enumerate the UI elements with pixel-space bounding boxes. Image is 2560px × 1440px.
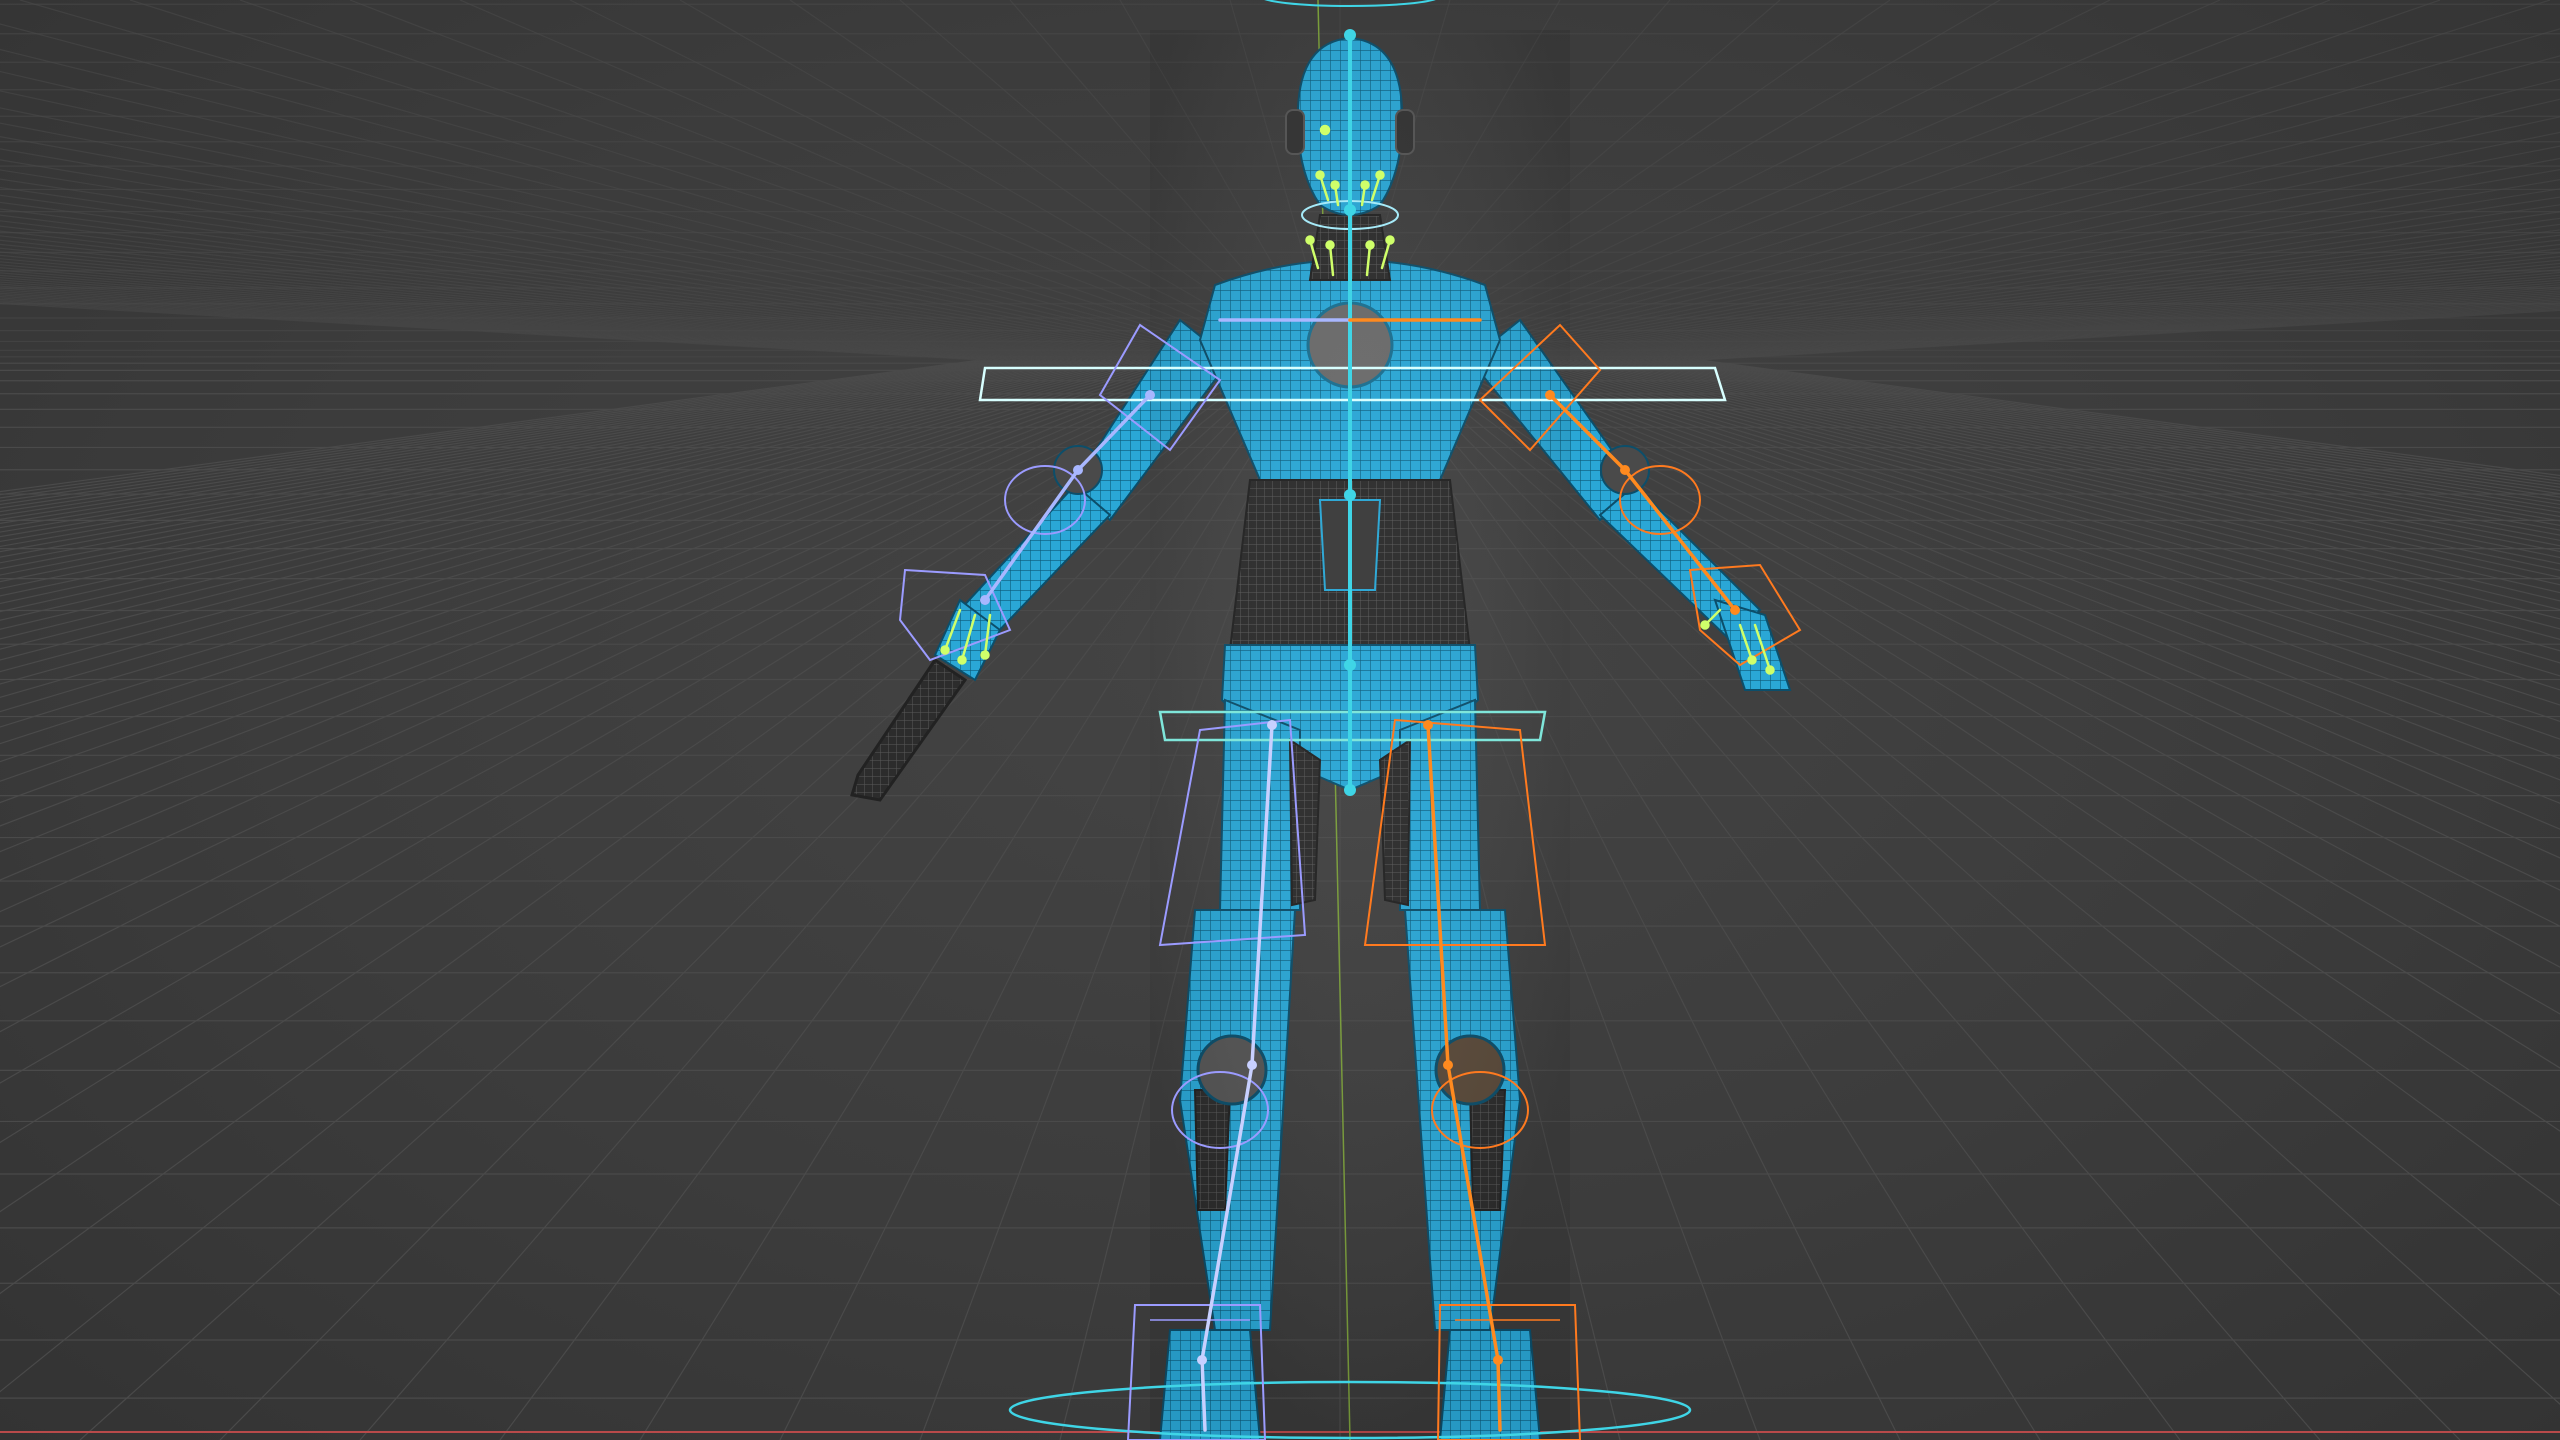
viewport-scene[interactable]: [0, 0, 2560, 1440]
left-thigh[interactable]: [1218, 698, 1301, 911]
right-foot-bone[interactable]: [1496, 1358, 1502, 1432]
head-top-ring[interactable]: [1260, 0, 1440, 7]
left-shin-dark[interactable]: [1193, 1089, 1232, 1211]
right-thigh[interactable]: [1399, 698, 1482, 911]
right-hand[interactable]: [1713, 598, 1792, 691]
left-ear-piece[interactable]: [1285, 109, 1305, 155]
right-shin-dark[interactable]: [1468, 1089, 1507, 1211]
left-knee-joint[interactable]: [1196, 1034, 1268, 1106]
right-inner-thigh-dark[interactable]: [1378, 738, 1412, 907]
3d-viewport[interactable]: [0, 0, 2560, 1440]
right-ear-piece[interactable]: [1395, 109, 1415, 155]
left-inner-thigh-dark[interactable]: [1288, 738, 1322, 907]
character-mesh[interactable]: [850, 30, 1792, 1440]
held-weapon[interactable]: [850, 657, 968, 802]
